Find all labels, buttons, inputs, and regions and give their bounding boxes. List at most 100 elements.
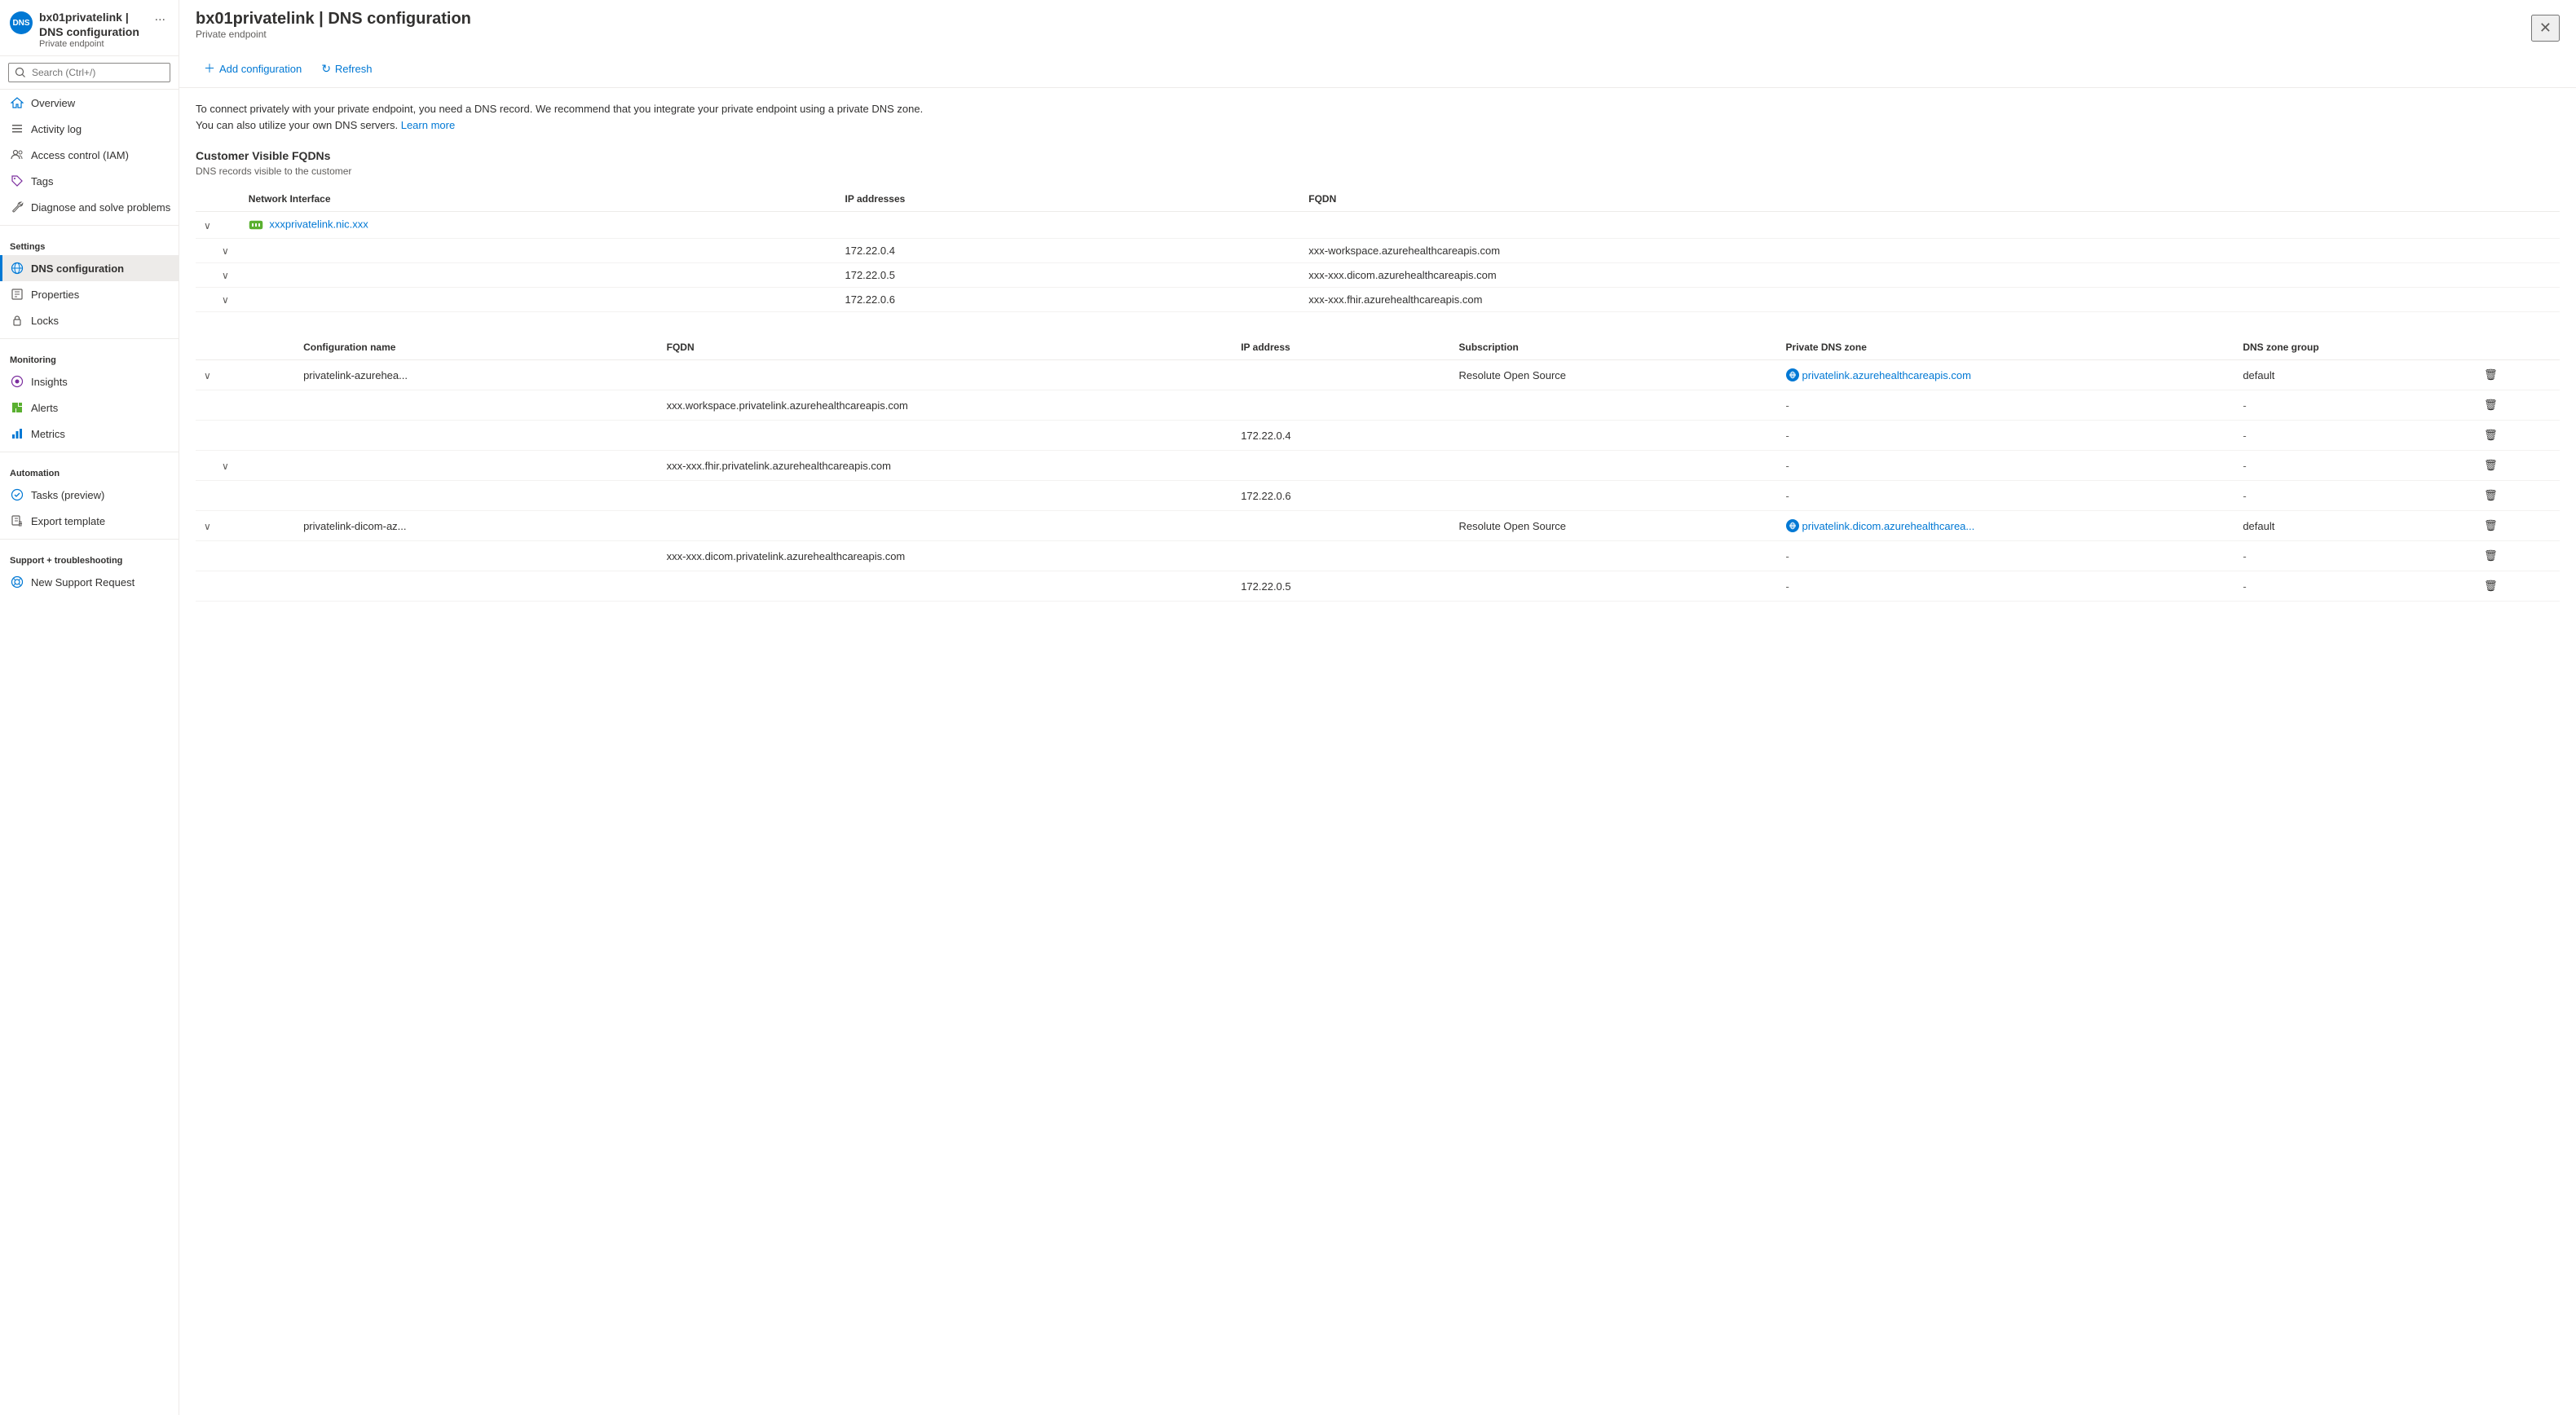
delete-child-button[interactable]: 🗑 [2479,396,2503,414]
table-row: ∨ 172.22.0.5 xxx-xxx.dicom.azurehealthca… [196,263,2560,288]
config-name-cell: privatelink-dicom-az... [295,511,659,541]
dash-cell: - [1778,421,2235,451]
sidebar-item-locks[interactable]: Locks [0,307,179,333]
sidebar-item-tasks[interactable]: Tasks (preview) [0,482,179,508]
search-container [0,56,179,90]
config-dns-group-cell: default [2234,511,2471,541]
plus-icon: ＋ [204,60,215,77]
child-ip-cell: 172.22.0.5 [1233,571,1450,602]
delete-child-button[interactable]: 🗑 [2479,487,2503,505]
list-icon [10,121,24,136]
learn-more-link[interactable]: Learn more [401,119,455,131]
sidebar-item-diagnose[interactable]: Diagnose and solve problems [0,194,179,220]
support-icon [10,575,24,589]
col-expand-header [196,187,240,212]
automation-section-label: Automation [0,457,179,482]
child-fqdn-cell: xxx-xxx.dicom.privatelink.azurehealthcar… [659,541,1233,571]
sidebar-item-metrics[interactable]: Metrics [0,421,179,447]
expand-nic-button[interactable]: ∨ [204,220,211,231]
col-ip-addresses-header: IP addresses [836,187,1300,212]
table-row: xxx.workspace.privatelink.azurehealthcar… [196,390,2560,421]
sidebar-item-new-support[interactable]: New Support Request [0,569,179,595]
dash-cell: - [2234,421,2471,451]
table-row: ∨ privatelink-dicom-az... Resolute Open … [196,511,2560,541]
dash-cell: - [1778,571,2235,602]
lock-icon [10,313,24,328]
title-block: bx01privatelink | DNS configuration Priv… [39,10,145,49]
child-fqdn-cell: xxx.workspace.privatelink.azurehealthcar… [659,390,1233,421]
search-input[interactable] [8,63,170,82]
col-expand-cfg-header [196,335,295,360]
expand-config-button[interactable]: ∨ [204,521,211,532]
config-sub-cell: Resolute Open Source [1451,360,1778,390]
expand-child-button[interactable]: ∨ [222,461,229,472]
sidebar-header: DNS bx01privatelink | DNS configuration … [0,0,179,56]
table-row: ∨ privatelink-azurehea... Resolute Open … [196,360,2560,390]
page-header-subtitle: Private endpoint [196,29,471,40]
refresh-button[interactable]: ↻ Refresh [313,58,380,80]
delete-child-button[interactable]: 🗑 [2479,547,2503,565]
info-text: To connect privately with your private e… [196,103,923,131]
sidebar-item-insights-label: Insights [31,376,68,388]
expand-row-button[interactable]: ∨ [222,245,229,257]
delete-config-button[interactable]: 🗑 [2479,517,2503,535]
delete-config-button[interactable]: 🗑 [2479,366,2503,384]
table-row: 172.22.0.4 - - 🗑 [196,421,2560,451]
refresh-label: Refresh [335,63,373,75]
delete-child-button[interactable]: 🗑 [2479,577,2503,595]
dns-zone-icon [1786,368,1799,381]
sidebar: DNS bx01privatelink | DNS configuration … [0,0,179,1415]
sidebar-item-activity-log[interactable]: Activity log [0,116,179,142]
content-area: To connect privately with your private e… [179,88,2576,1415]
page-header-title: bx01privatelink | DNS configuration [196,10,471,29]
config-fqdn-cell [659,360,1233,390]
sidebar-item-dns-label: DNS configuration [31,262,124,275]
delete-child-button[interactable]: 🗑 [2479,456,2503,474]
toolbar: ＋ Add configuration ↻ Refresh [196,50,2560,87]
more-options-button[interactable]: ... [152,10,169,24]
add-configuration-button[interactable]: ＋ Add configuration [196,56,310,81]
dash-cell: - [2234,390,2471,421]
sidebar-item-diagnose-label: Diagnose and solve problems [31,201,170,214]
dash-cell: - [2234,571,2471,602]
sidebar-item-alerts-label: Alerts [31,402,58,414]
expand-config-button[interactable]: ∨ [204,370,211,381]
nic-link[interactable]: xxxprivatelink.nic.xxx [269,218,368,230]
dns-zone-name: privatelink.azurehealthcareapis.com [1802,369,1971,381]
child-ip-cell: 172.22.0.6 [1233,481,1450,511]
col-fqdn-cfg-header: FQDN [659,335,1233,360]
dash-cell: - [2234,481,2471,511]
sidebar-item-overview[interactable]: Overview [0,90,179,116]
sidebar-item-export-label: Export template [31,515,105,527]
table-row: ∨ xxx-xxx.fhir.privatelink.azurehealthca… [196,451,2560,481]
add-configuration-label: Add configuration [219,63,302,75]
expand-row-button[interactable]: ∨ [222,294,229,306]
dns-zone-link[interactable]: privatelink.azurehealthcareapis.com [1786,368,2227,381]
col-dns-zone-header: Private DNS zone [1778,335,2235,360]
sidebar-item-insights[interactable]: Insights [0,368,179,395]
table-row: ∨ 172.22.0.6 xxx-xxx.fhir.azurehealthcar… [196,288,2560,312]
sidebar-item-alerts[interactable]: Alerts [0,395,179,421]
sidebar-item-dns-configuration[interactable]: DNS configuration [0,255,179,281]
config-dns-group-cell: default [2234,360,2471,390]
support-section-label: Support + troubleshooting [0,544,179,569]
child-ip-cell: 172.22.0.4 [1233,421,1450,451]
sidebar-item-export-template[interactable]: Export template [0,508,179,534]
nic-icon [249,218,263,232]
dash-cell: - [1778,541,2235,571]
expand-row-button[interactable]: ∨ [222,270,229,281]
close-button[interactable]: ✕ [2531,15,2560,42]
dns-zone-link-2[interactable]: privatelink.dicom.azurehealthcarea... [1786,519,2227,532]
dns-zone-icon [1786,519,1799,532]
child-fqdn-cell: xxx-xxx.fhir.privatelink.azurehealthcare… [659,451,1233,481]
fqdn-cell: xxx-workspace.azurehealthcareapis.com [1300,239,2560,263]
config-ip-cell [1233,360,1450,390]
sidebar-item-access-control[interactable]: Access control (IAM) [0,142,179,168]
sidebar-item-properties[interactable]: Properties [0,281,179,307]
config-sub-cell: Resolute Open Source [1451,511,1778,541]
col-sub-header: Subscription [1451,335,1778,360]
delete-child-button[interactable]: 🗑 [2479,426,2503,444]
sidebar-item-tags[interactable]: Tags [0,168,179,194]
home-icon [10,95,24,110]
config-name-cell: privatelink-azurehea... [295,360,659,390]
